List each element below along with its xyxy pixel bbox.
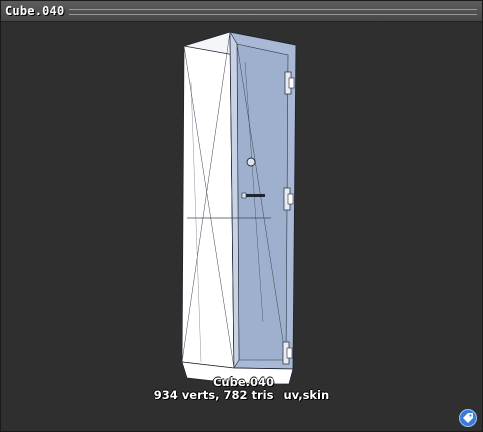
model-viewport[interactable]: Cube.040 934 verts, 782 tris uv,skin <box>1 22 482 431</box>
tri-count: 782 tris <box>223 388 274 402</box>
title-bar[interactable]: Cube.040 <box>1 1 482 22</box>
tag-button[interactable] <box>459 409 477 427</box>
model-stats-overlay: Cube.040 934 verts, 782 tris uv,skin <box>1 376 483 402</box>
cabinet-model-render[interactable] <box>1 22 482 431</box>
vertex-count: 934 verts, <box>153 388 220 402</box>
title-bar-grip[interactable] <box>69 9 477 15</box>
cabinet-handle <box>245 194 265 197</box>
mesh-attributes: uv,skin <box>283 388 330 402</box>
cabinet-dial <box>246 157 256 167</box>
mesh-info-line: 934 verts, 782 tris uv,skin <box>0 389 483 402</box>
preview-window: Cube.040 Cube.040 934 verts, 782 tris uv… <box>0 0 483 432</box>
tag-icon <box>463 413 473 423</box>
window-title: Cube.040 <box>5 4 65 18</box>
